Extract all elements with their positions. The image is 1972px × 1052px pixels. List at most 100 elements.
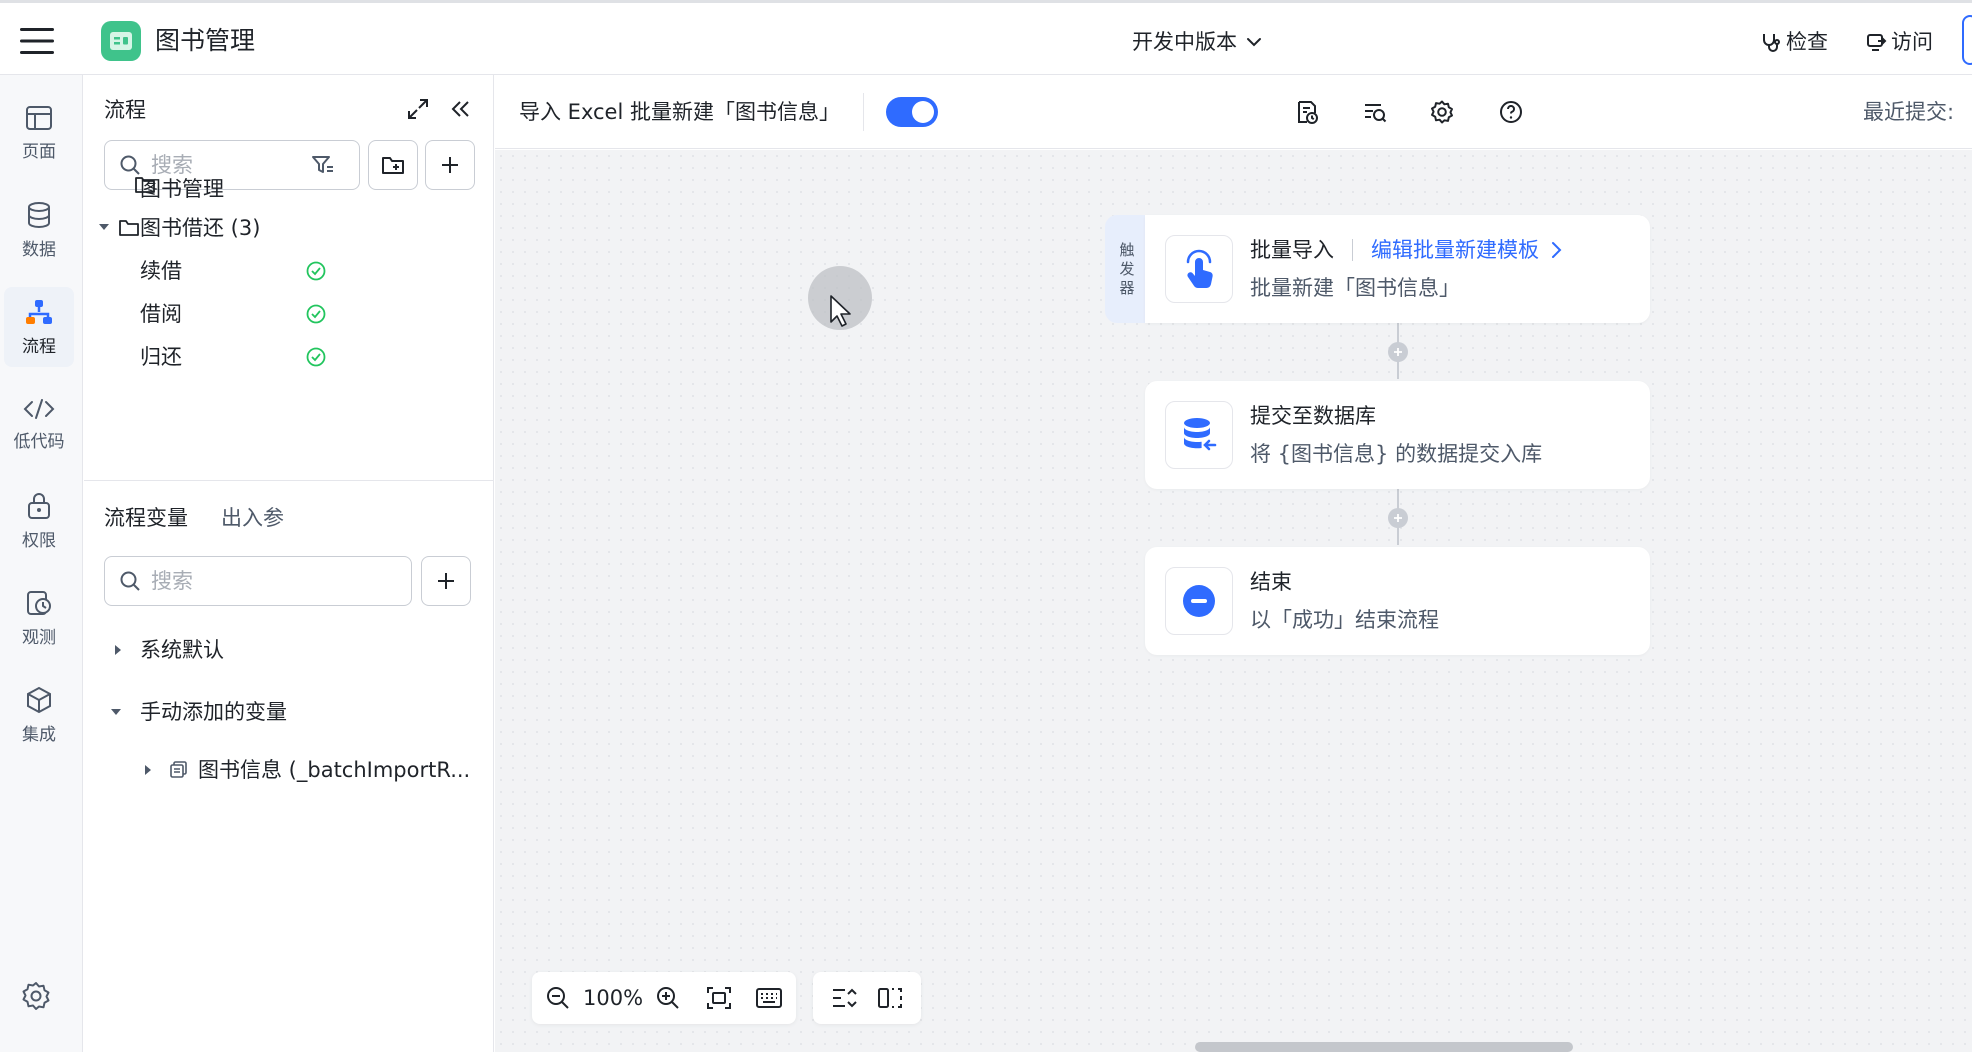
tree-label: 续借 [140,259,182,283]
node-title-text: 批量导入 [1250,238,1334,262]
rail-item-flow[interactable]: 流程 [4,287,74,367]
edit-template-link[interactable]: 编辑批量新建模板 [1371,235,1539,265]
rail-label: 观测 [22,627,56,648]
check-button[interactable]: 检查 [1760,27,1828,57]
chevron-down-icon [1245,33,1263,51]
var-group-label: 手动添加的变量 [140,700,287,724]
add-node-button[interactable] [1388,508,1408,528]
layout-controls [813,972,921,1024]
minimap-icon[interactable] [877,986,903,1010]
caret-right-icon [142,764,154,776]
flow-enabled-toggle[interactable] [886,97,938,127]
fit-view-icon[interactable] [702,981,735,1015]
menu-icon[interactable] [20,27,54,55]
horizontal-scrollbar[interactable] [1195,1042,1573,1052]
external-link-icon [1865,31,1887,53]
rail-label: 页面 [22,141,56,162]
version-history-icon[interactable] [1294,99,1320,125]
add-node-button[interactable] [1388,342,1408,362]
rail-item-monitor[interactable]: 观测 [4,578,74,658]
var-item-bookinfo[interactable]: 图书信息 (_batchImportR... [84,747,484,793]
node-end[interactable]: 结束 以「成功」结束流程 [1145,547,1650,655]
rail-item-integration[interactable]: 集成 [4,675,74,755]
chevron-right-icon[interactable] [1549,240,1563,260]
tab-flow-variables[interactable]: 流程变量 [104,503,188,533]
help-icon[interactable] [1498,99,1524,125]
settings-icon[interactable] [20,980,52,1012]
trigger-tag: 触 发 器 [1105,215,1149,323]
node-subtitle: 以「成功」结束流程 [1250,608,1439,632]
tree-label: 图书借还 (3) [140,216,261,240]
trigger-char: 发 [1119,259,1135,278]
zoom-controls: 100% [532,972,796,1024]
trigger-char: 器 [1119,278,1135,297]
toggle-knob [912,101,934,123]
tab-io-params[interactable]: 出入参 [221,503,284,533]
tree-folder-borrow[interactable]: 图书借还 (3) [84,205,484,251]
gear-icon[interactable] [1429,99,1455,125]
visit-button[interactable]: 访问 [1865,27,1933,57]
expand-icon[interactable] [406,97,430,121]
add-variable-button[interactable] [421,556,471,606]
node-title: 提交至数据库 [1250,404,1376,428]
var-group-manual[interactable]: 手动添加的变量 [84,689,484,735]
run-log-icon[interactable] [1362,99,1388,125]
panel-title: 流程 [104,98,146,122]
nav-rail: 页面 数据 流程 低代码 权限 观测 集成 [0,75,83,1052]
caret-down-icon [98,221,110,233]
rail-item-permission[interactable]: 权限 [4,481,74,561]
visit-label: 访问 [1891,30,1933,54]
toolbar-divider [863,93,864,131]
zoom-out-icon[interactable] [542,981,575,1015]
collapse-panel-icon[interactable] [448,97,472,121]
end-icon [1165,567,1233,635]
tree-label: 借阅 [140,302,182,326]
check-circle-icon [305,260,327,282]
record-list-icon [170,761,188,779]
mouse-cursor-icon [829,294,853,328]
version-selector[interactable]: 开发中版本 [1132,27,1263,57]
database-icon [25,201,53,229]
search-icon [119,570,141,592]
tree-item-return[interactable]: 归还 [84,334,484,380]
keyboard-icon[interactable] [753,981,786,1015]
title-divider [1352,239,1353,261]
var-group-label: 系统默认 [140,638,224,662]
panel-divider [84,480,493,481]
rail-label: 流程 [22,336,56,357]
flow-icon [24,298,54,326]
monitor-icon [25,589,53,617]
tree-item-renew[interactable]: 续借 [84,248,484,294]
tree-item-borrow[interactable]: 借阅 [84,291,484,337]
version-label: 开发中版本 [1132,30,1237,54]
variable-search[interactable] [104,556,412,606]
rail-item-page[interactable]: 页面 [4,93,74,173]
hand-pointer-icon [1165,235,1233,303]
flow-canvas[interactable]: 触 发 器 批量导入 编辑批量新建模板 批量新建「图书信息」 提交至数据库 将 … [495,150,1972,1052]
trigger-char: 触 [1119,240,1135,259]
node-title: 结束 [1250,570,1292,594]
zoom-in-icon[interactable] [651,981,684,1015]
node-submit-db[interactable]: 提交至数据库 将 {图书信息} 的数据提交入库 [1145,381,1650,489]
node-batch-import[interactable]: 批量导入 编辑批量新建模板 批量新建「图书信息」 [1145,215,1650,323]
flows-panel: 流程 图书管理 [84,75,494,1052]
app-title: 图书管理 [155,26,256,55]
collapse-all-icon[interactable] [831,986,857,1010]
lock-icon [25,492,53,520]
rail-item-data[interactable]: 数据 [4,190,74,270]
node-subtitle: 批量新建「图书信息」 [1250,276,1460,300]
page-icon [25,105,53,131]
variable-search-input[interactable] [151,569,381,593]
last-submit-label: 最近提交: [1863,100,1955,124]
check-circle-icon [305,303,327,325]
rail-item-lowcode[interactable]: 低代码 [4,384,74,464]
var-group-system[interactable]: 系统默认 [84,627,484,673]
plus-icon [435,570,457,592]
check-label: 检查 [1786,30,1828,54]
tree-label: 归还 [140,345,182,369]
app-logo [101,21,141,61]
rail-label: 低代码 [13,431,65,452]
publish-button[interactable] [1962,15,1972,65]
caret-down-icon [110,706,122,718]
database-import-icon [1165,401,1233,469]
